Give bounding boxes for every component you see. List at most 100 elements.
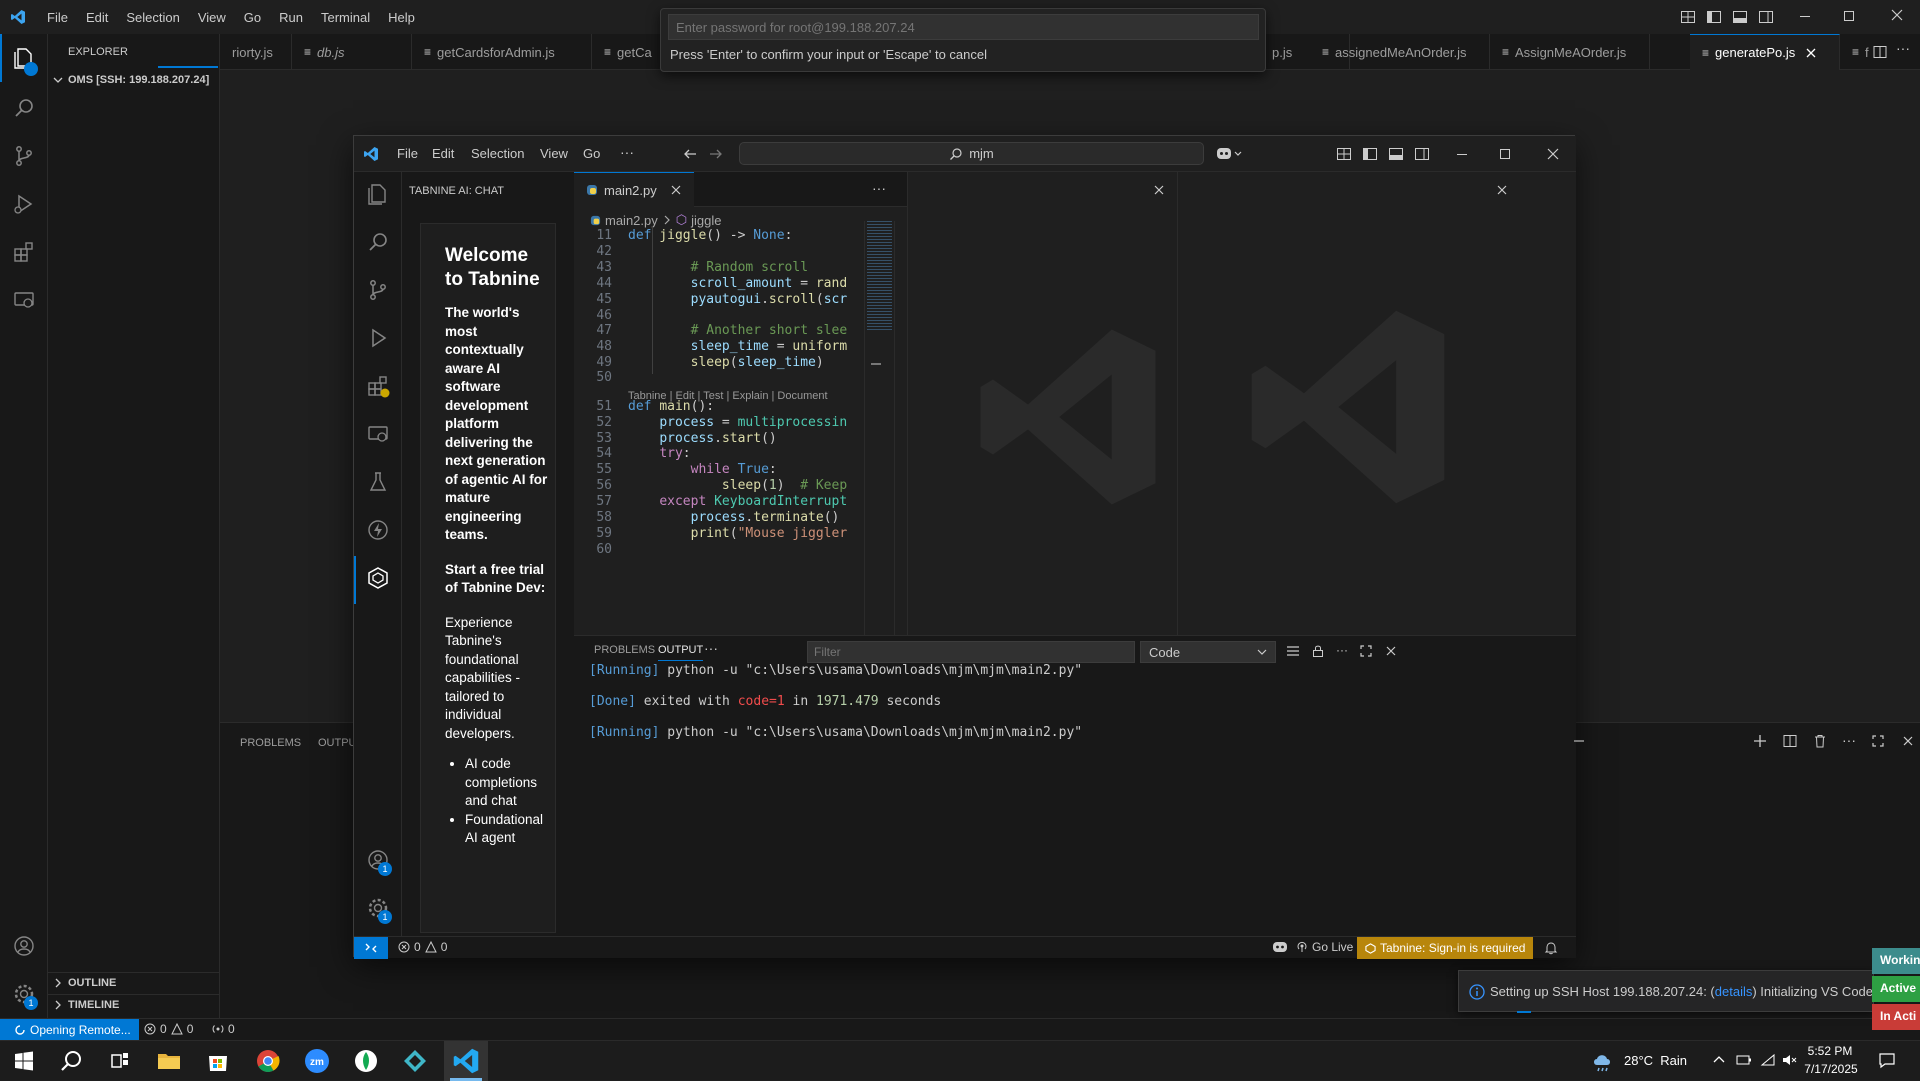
zoom-icon[interactable]: zm xyxy=(303,1047,331,1075)
inner-menu-go[interactable]: Go xyxy=(583,146,600,161)
customize-layout-icon[interactable] xyxy=(1336,146,1352,162)
split-editor-icon[interactable] xyxy=(1872,44,1888,60)
task-view-icon[interactable] xyxy=(106,1047,134,1075)
editor-tab[interactable]: ≡ assignedMeAnOrder.js xyxy=(1310,34,1490,70)
editor-tab[interactable]: riorty.js xyxy=(220,34,292,70)
chevron-up-icon[interactable] xyxy=(1712,1053,1726,1067)
editor-more-actions-icon[interactable]: ··· xyxy=(872,180,886,196)
more-actions-icon[interactable]: ··· xyxy=(1842,733,1856,749)
toggle-secondary-sidebar-icon[interactable] xyxy=(1758,9,1774,25)
customize-layout-icon[interactable] xyxy=(1680,9,1696,25)
maximize-panel-icon[interactable] xyxy=(1359,644,1373,658)
code-line[interactable]: 50 xyxy=(574,368,864,387)
copilot-icon[interactable] xyxy=(1216,145,1242,163)
toggle-secondary-sidebar-icon[interactable] xyxy=(1414,146,1430,162)
panel-more-icon[interactable]: ··· xyxy=(704,640,718,656)
vertical-scrollbar[interactable] xyxy=(894,221,907,635)
password-input[interactable] xyxy=(668,14,1259,40)
inner-menu-view[interactable]: View xyxy=(540,146,568,161)
forward-arrow-icon[interactable] xyxy=(708,146,724,162)
extensions-icon[interactable] xyxy=(366,374,390,398)
copilot-status-icon[interactable] xyxy=(1272,940,1288,954)
outer-menu-file[interactable]: File xyxy=(38,10,77,25)
close-panel-icon[interactable] xyxy=(1384,644,1398,658)
minimap[interactable] xyxy=(864,221,894,635)
command-center-search[interactable]: mjm xyxy=(739,142,1204,165)
remote-explorer-icon[interactable] xyxy=(12,288,36,312)
close-group-icon[interactable] xyxy=(1153,184,1165,196)
outer-panel-tab-output[interactable]: OUTPU xyxy=(318,737,357,749)
outer-menu-run[interactable]: Run xyxy=(270,10,312,25)
inner-menu-edit[interactable]: Edit xyxy=(432,146,454,161)
outer-menu-terminal[interactable]: Terminal xyxy=(312,10,379,25)
toggle-panel-icon[interactable] xyxy=(1388,146,1404,162)
tabnine-status-button[interactable]: Tabnine: Sign-in is required xyxy=(1357,937,1534,959)
panel-tab-problems[interactable]: PROBLEMS xyxy=(594,644,655,656)
outer-menu-help[interactable]: Help xyxy=(379,10,424,25)
toggle-sidebar-icon[interactable] xyxy=(1706,9,1722,25)
extensions-icon[interactable] xyxy=(12,240,36,264)
restore-window-icon[interactable] xyxy=(1844,11,1854,21)
outer-menu-edit[interactable]: Edit xyxy=(77,10,117,25)
toggle-sidebar-icon[interactable] xyxy=(1362,146,1378,162)
more-actions-icon[interactable]: ··· xyxy=(1336,644,1348,658)
wifi-icon[interactable] xyxy=(1760,1053,1776,1067)
weather-label[interactable]: 28°C Rain xyxy=(1624,1053,1687,1068)
problems-status[interactable]: 0 0 xyxy=(398,940,447,954)
code-line[interactable]: 60 xyxy=(574,540,864,559)
trash-icon[interactable] xyxy=(1812,733,1828,749)
close-window-icon[interactable] xyxy=(1546,147,1560,161)
remote-indicator[interactable] xyxy=(354,937,388,959)
search-icon[interactable] xyxy=(12,96,36,120)
mongodb-compass-icon[interactable] xyxy=(352,1047,380,1075)
go-live-button[interactable]: Go Live xyxy=(1296,940,1353,954)
outline-section[interactable]: OUTLINE xyxy=(48,972,220,992)
source-control-icon[interactable] xyxy=(12,144,36,168)
remote-explorer-icon[interactable] xyxy=(366,422,390,446)
code-editor[interactable]: main2.py ··· main2.py ⬡ jiggle 11 def jig… xyxy=(574,172,907,635)
tabnine-codelens[interactable]: Tabnine | Edit | Test | Explain | Docume… xyxy=(628,390,828,402)
lock-scroll-icon[interactable] xyxy=(1311,644,1325,658)
minimize-window-icon[interactable] xyxy=(1457,154,1467,155)
clock-time[interactable]: 5:52 PM xyxy=(1806,1044,1854,1058)
maximize-panel-icon[interactable] xyxy=(1870,733,1886,749)
inner-menu-selection[interactable]: Selection xyxy=(471,146,524,161)
editor-tab[interactable]: ≡ db.js xyxy=(292,34,412,70)
windows-start-icon[interactable] xyxy=(10,1047,38,1075)
code-area[interactable]: 11 def jiggle() -> None: 42 43 # Random scr… xyxy=(574,222,864,632)
taskbar-active-app[interactable] xyxy=(444,1041,488,1081)
notifications-bell-icon[interactable] xyxy=(1544,941,1558,955)
ssh-setup-notification[interactable]: Setting up SSH Host 199.188.207.24: (det… xyxy=(1458,970,1874,1013)
outer-menu-go[interactable]: Go xyxy=(235,10,270,25)
close-window-icon[interactable] xyxy=(1890,8,1904,22)
tabnine-icon[interactable] xyxy=(366,566,390,590)
close-tab-icon[interactable] xyxy=(671,185,681,195)
ports-status[interactable]: 0 xyxy=(212,1022,235,1036)
inner-menu-more[interactable]: ··· xyxy=(620,144,634,160)
search-icon[interactable] xyxy=(366,230,390,254)
minimize-window-icon[interactable] xyxy=(1800,16,1810,17)
close-tab-icon[interactable] xyxy=(1805,47,1817,59)
accounts-icon[interactable] xyxy=(12,934,36,958)
microsoft-store-icon[interactable] xyxy=(204,1047,232,1075)
output-filter-input[interactable] xyxy=(807,641,1135,663)
maximize-window-icon[interactable] xyxy=(1500,149,1510,159)
workspace-folder[interactable]: OMS [SSH: 199.188.207.24] xyxy=(52,74,209,86)
clock-date[interactable]: 7/17/2025 xyxy=(1804,1062,1858,1076)
editor-tab[interactable]: ≡ getCardsforAdmin.js xyxy=(412,34,592,70)
panel-tab-output[interactable]: OUTPUT xyxy=(658,644,704,661)
editor-tab[interactable]: ≡ AssignMeAOrder.js xyxy=(1490,34,1650,70)
word-wrap-icon[interactable] xyxy=(1286,644,1300,658)
testing-flask-icon[interactable] xyxy=(366,470,390,494)
thunder-client-icon[interactable] xyxy=(366,518,390,542)
problems-status[interactable]: 0 0 xyxy=(144,1022,193,1036)
editor-tab-active[interactable]: main2.py xyxy=(574,172,694,207)
remote-status-button[interactable]: Opening Remote... xyxy=(0,1019,139,1041)
run-debug-icon[interactable] xyxy=(366,326,390,350)
volume-muted-icon[interactable] xyxy=(1782,1053,1798,1067)
editor-tab-active[interactable]: ≡ generatePo.js xyxy=(1690,34,1840,70)
notification-details-link[interactable]: details xyxy=(1715,984,1753,999)
close-group-icon[interactable] xyxy=(1496,184,1508,196)
search-icon[interactable] xyxy=(58,1047,86,1075)
inner-menu-file[interactable]: File xyxy=(397,146,418,161)
